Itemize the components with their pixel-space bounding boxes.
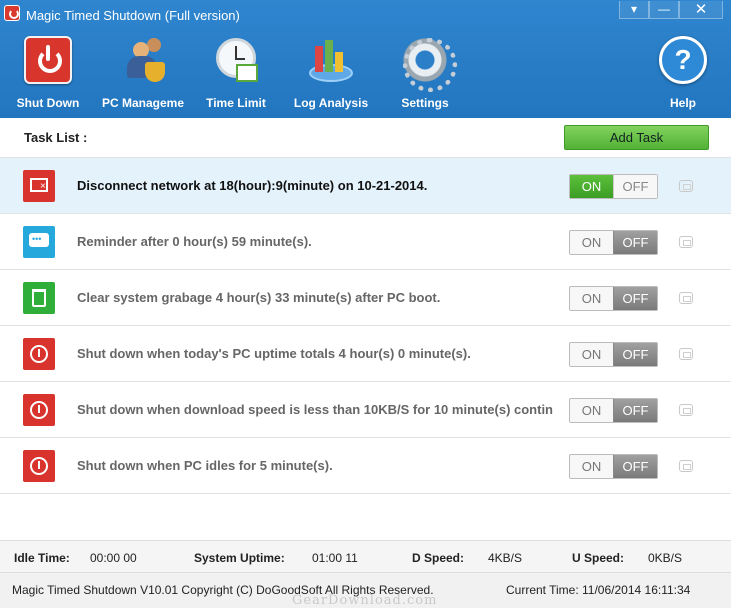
task-list-header: Task List : Add Task xyxy=(0,118,731,158)
toggle-on[interactable]: ON xyxy=(570,287,613,310)
idle-time-label: Idle Time: xyxy=(14,551,70,565)
system-uptime-value: 01:00 11 xyxy=(312,551,358,565)
power-icon xyxy=(23,450,55,482)
toggle-off[interactable]: OFF xyxy=(613,175,657,198)
power-icon xyxy=(24,36,72,84)
trash-icon xyxy=(23,282,55,314)
task-toggle[interactable]: ON OFF xyxy=(569,230,658,255)
watermark-text: GearDownload.com xyxy=(292,593,438,608)
main-toolbar: Shut Down PC Manageme Time Limit Log Ana… xyxy=(0,36,731,114)
idle-time-value: 00:00 00 xyxy=(90,551,137,565)
toggle-off[interactable]: OFF xyxy=(613,399,657,422)
task-toggle[interactable]: ON OFF xyxy=(569,398,658,423)
time-limit-label: Time Limit xyxy=(206,96,266,110)
header: Magic Timed Shutdown (Full version) ▾ — … xyxy=(0,0,731,118)
clock-calendar-icon xyxy=(212,36,260,84)
toggle-off[interactable]: OFF xyxy=(613,287,657,310)
help-label: Help xyxy=(669,96,696,110)
window-title: Magic Timed Shutdown (Full version) xyxy=(26,8,240,23)
toggle-off[interactable]: OFF xyxy=(613,455,657,478)
task-list: Disconnect network at 18(hour):9(minute)… xyxy=(0,158,731,494)
toggle-on[interactable]: ON xyxy=(570,231,613,254)
window-controls: ▾ — ✕ xyxy=(619,1,723,19)
add-task-button[interactable]: Add Task xyxy=(564,125,709,150)
toggle-on[interactable]: ON xyxy=(570,343,613,366)
task-row[interactable]: Reminder after 0 hour(s) 59 minute(s). O… xyxy=(0,214,731,270)
log-analysis-button[interactable]: Log Analysis xyxy=(283,36,379,112)
edit-task-icon[interactable] xyxy=(679,180,693,192)
task-description: Shut down when download speed is less th… xyxy=(77,402,553,417)
edit-task-icon[interactable] xyxy=(679,236,693,248)
log-analysis-label: Log Analysis xyxy=(293,96,369,110)
pc-management-label: PC Manageme xyxy=(101,96,185,110)
task-row[interactable]: Shut down when PC idles for 5 minute(s).… xyxy=(0,438,731,494)
system-uptime-label: System Uptime: xyxy=(194,551,285,565)
current-time: Current Time: 11/06/2014 16:11:34 xyxy=(506,583,691,597)
app-power-icon xyxy=(4,5,20,21)
settings-label: Settings xyxy=(401,96,449,110)
toggle-off[interactable]: OFF xyxy=(613,231,657,254)
toggle-on[interactable]: ON xyxy=(570,175,613,198)
edit-task-icon[interactable] xyxy=(679,292,693,304)
menu-dropdown-button[interactable]: ▾ xyxy=(619,1,649,19)
upload-speed-value: 0KB/S xyxy=(648,551,683,565)
reminder-icon xyxy=(23,226,55,258)
gear-icon xyxy=(401,36,457,92)
chart-icon xyxy=(307,36,355,84)
settings-button[interactable]: Settings xyxy=(377,36,473,112)
help-icon: ? xyxy=(659,36,707,84)
task-row[interactable]: Disconnect network at 18(hour):9(minute)… xyxy=(0,158,731,214)
toggle-on[interactable]: ON xyxy=(570,399,613,422)
task-description: Disconnect network at 18(hour):9(minute)… xyxy=(77,178,428,193)
task-toggle[interactable]: ON OFF xyxy=(569,286,658,311)
users-icon xyxy=(119,36,167,84)
network-icon xyxy=(23,170,55,202)
power-icon xyxy=(23,394,55,426)
time-limit-button[interactable]: Time Limit xyxy=(188,36,284,112)
edit-task-icon[interactable] xyxy=(679,404,693,416)
edit-task-icon[interactable] xyxy=(679,348,693,360)
edit-task-icon[interactable] xyxy=(679,460,693,472)
upload-speed-label: U Speed: xyxy=(572,551,625,565)
task-list-title: Task List : xyxy=(24,130,88,145)
task-toggle[interactable]: ON OFF xyxy=(569,454,658,479)
toggle-off[interactable]: OFF xyxy=(613,343,657,366)
shutdown-button[interactable]: Shut Down xyxy=(0,36,96,112)
task-description: Shut down when today's PC uptime totals … xyxy=(77,346,471,361)
download-speed-value: 4KB/S xyxy=(488,551,523,565)
power-icon xyxy=(23,338,55,370)
task-row[interactable]: Clear system grabage 4 hour(s) 33 minute… xyxy=(0,270,731,326)
task-toggle[interactable]: ON OFF xyxy=(569,174,658,199)
toggle-on[interactable]: ON xyxy=(570,455,613,478)
task-row[interactable]: Shut down when download speed is less th… xyxy=(0,382,731,438)
download-speed-label: D Speed: xyxy=(412,551,465,565)
pc-management-button[interactable]: PC Manageme xyxy=(95,36,191,112)
shutdown-label: Shut Down xyxy=(16,96,80,110)
task-description: Clear system grabage 4 hour(s) 33 minute… xyxy=(77,290,441,305)
task-description: Reminder after 0 hour(s) 59 minute(s). xyxy=(77,234,312,249)
task-row[interactable]: Shut down when today's PC uptime totals … xyxy=(0,326,731,382)
help-button[interactable]: ? Help xyxy=(635,36,731,112)
task-toggle[interactable]: ON OFF xyxy=(569,342,658,367)
status-bar: Idle Time: 00:00 00 System Uptime: 01:00… xyxy=(0,540,731,572)
minimize-button[interactable]: — xyxy=(649,1,679,19)
close-button[interactable]: ✕ xyxy=(679,1,723,19)
task-description: Shut down when PC idles for 5 minute(s). xyxy=(77,458,333,473)
title-bar: Magic Timed Shutdown (Full version) ▾ — … xyxy=(0,0,731,30)
